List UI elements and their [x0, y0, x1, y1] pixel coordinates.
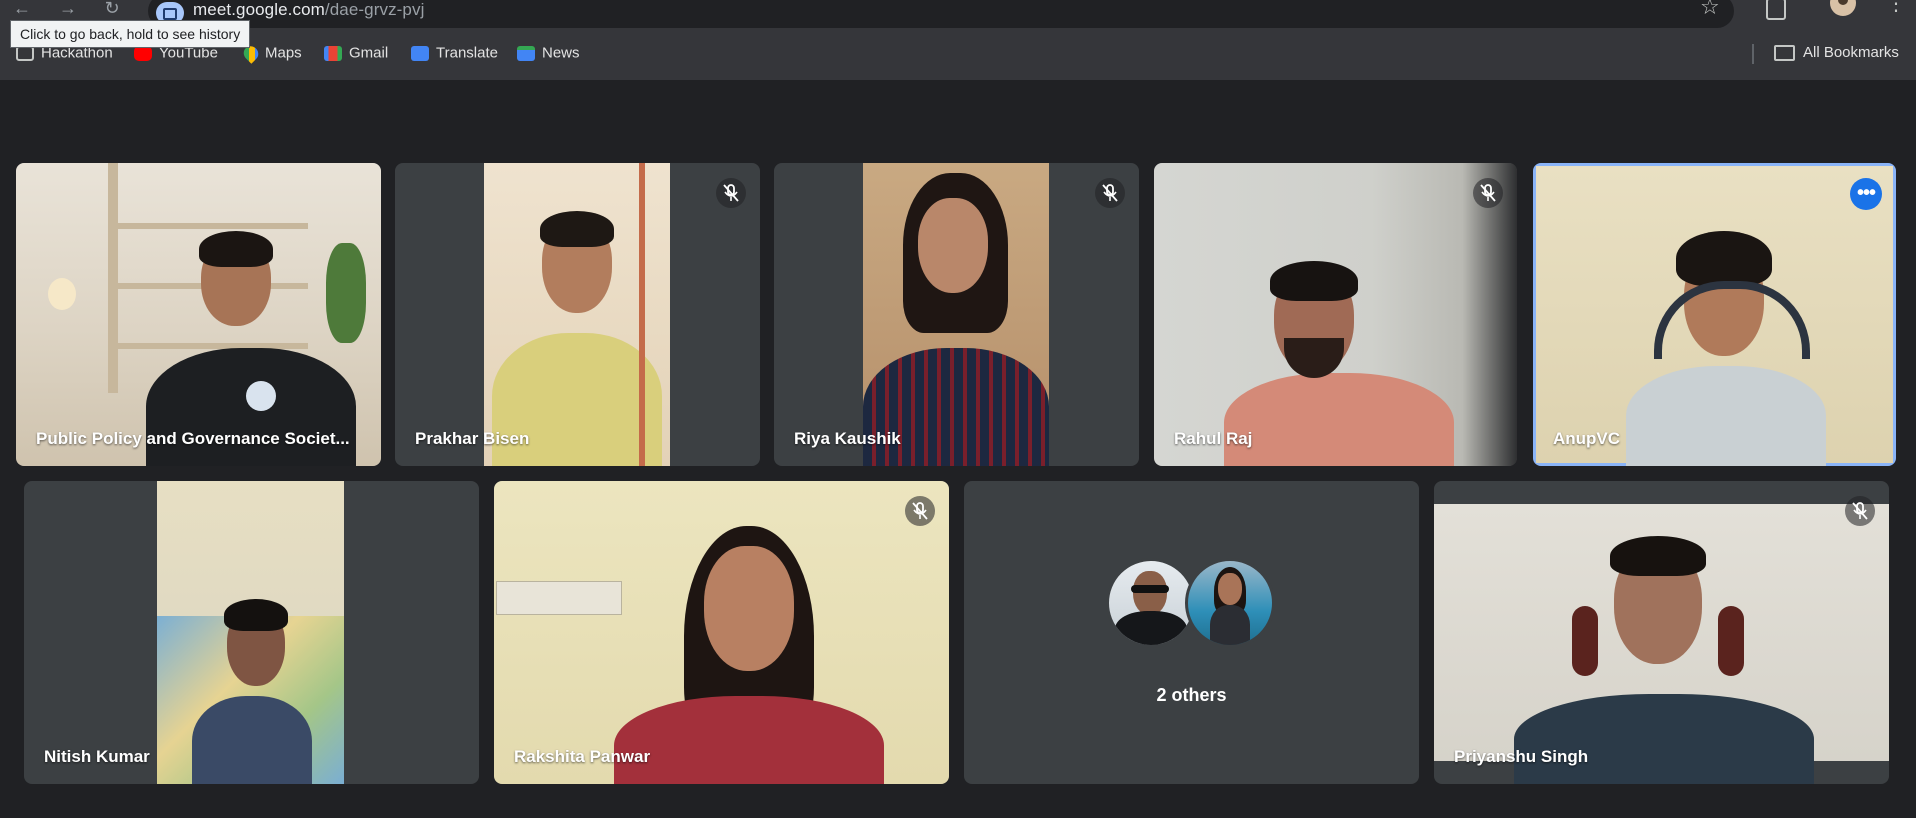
- translate-icon: [411, 45, 429, 61]
- participant-tile[interactable]: Riya Kaushik: [774, 163, 1139, 466]
- participant-tile[interactable]: Public Policy and Governance Societ...: [16, 163, 381, 466]
- muted-mic-icon: [1095, 178, 1125, 208]
- muted-mic-icon: [905, 496, 935, 526]
- muted-mic-icon: [716, 178, 746, 208]
- others-avatar-1: [1106, 558, 1196, 648]
- address-bar[interactable]: meet.google.com/dae-grvz-pvj: [148, 0, 1734, 28]
- bookmark-news[interactable]: News: [517, 44, 580, 64]
- bookmarks-divider: [1752, 44, 1754, 64]
- folder-icon: [1774, 45, 1795, 62]
- participant-tile[interactable]: Prakhar Bisen: [395, 163, 760, 466]
- participant-tile[interactable]: Rahul Raj: [1154, 163, 1517, 466]
- participant-video: [863, 163, 1049, 466]
- back-tooltip: Click to go back, hold to see history: [10, 20, 251, 48]
- back-button[interactable]: ←: [10, 0, 34, 20]
- others-count-label: 2 others: [1156, 685, 1227, 705]
- participant-tile[interactable]: Rakshita Panwar: [494, 481, 949, 784]
- participant-tile-active-speaker[interactable]: ••• AnupVC: [1533, 163, 1896, 466]
- bookmark-maps[interactable]: Maps: [240, 42, 302, 64]
- participant-name: Rakshita Panwar: [514, 747, 651, 766]
- muted-mic-icon: [1845, 496, 1875, 526]
- url-text[interactable]: meet.google.com/dae-grvz-pvj: [193, 0, 424, 20]
- participant-video: [1154, 163, 1517, 466]
- bookmark-gmail[interactable]: Gmail: [324, 44, 388, 64]
- participant-name: Nitish Kumar: [44, 747, 150, 766]
- gmail-icon: [324, 45, 342, 61]
- muted-mic-icon: [1473, 178, 1503, 208]
- participant-video: [494, 481, 949, 784]
- participant-video: [1536, 166, 1893, 466]
- news-icon: [517, 45, 535, 61]
- browser-toolbar: ← → ↻ meet.google.com/dae-grvz-pvj ☆ ⋮: [0, 0, 1916, 28]
- more-options-button[interactable]: •••: [1850, 178, 1882, 210]
- forward-button[interactable]: →: [56, 0, 80, 20]
- bookmark-translate[interactable]: Translate: [411, 44, 498, 64]
- participant-name: Public Policy and Governance Societ...: [36, 429, 350, 448]
- reload-button[interactable]: ↻: [100, 0, 124, 20]
- participant-tile[interactable]: Nitish Kumar: [24, 481, 479, 784]
- bookmark-star-icon[interactable]: ☆: [1700, 0, 1720, 20]
- bookmarks-bar: Hackathon YouTube Maps Gmail Translate N…: [0, 28, 1916, 80]
- participant-name: Priyanshu Singh: [1454, 747, 1589, 766]
- participant-name: Riya Kaushik: [794, 429, 901, 448]
- participant-video: [1434, 504, 1889, 784]
- participant-name: Prakhar Bisen: [415, 429, 530, 448]
- extensions-icon[interactable]: [1766, 0, 1786, 20]
- participant-video: [484, 163, 670, 466]
- all-bookmarks-button[interactable]: All Bookmarks: [1774, 44, 1899, 62]
- participant-name: AnupVC: [1553, 429, 1621, 448]
- participant-name: Rahul Raj: [1174, 429, 1253, 448]
- browser-menu-icon[interactable]: ⋮: [1886, 0, 1906, 14]
- others-avatar-2: [1185, 558, 1275, 648]
- others-tile[interactable]: 2 others: [964, 481, 1419, 784]
- profile-avatar[interactable]: [1830, 0, 1856, 16]
- participant-tile[interactable]: Priyanshu Singh: [1434, 481, 1889, 784]
- participant-video: [16, 163, 381, 466]
- participant-video: [157, 481, 344, 784]
